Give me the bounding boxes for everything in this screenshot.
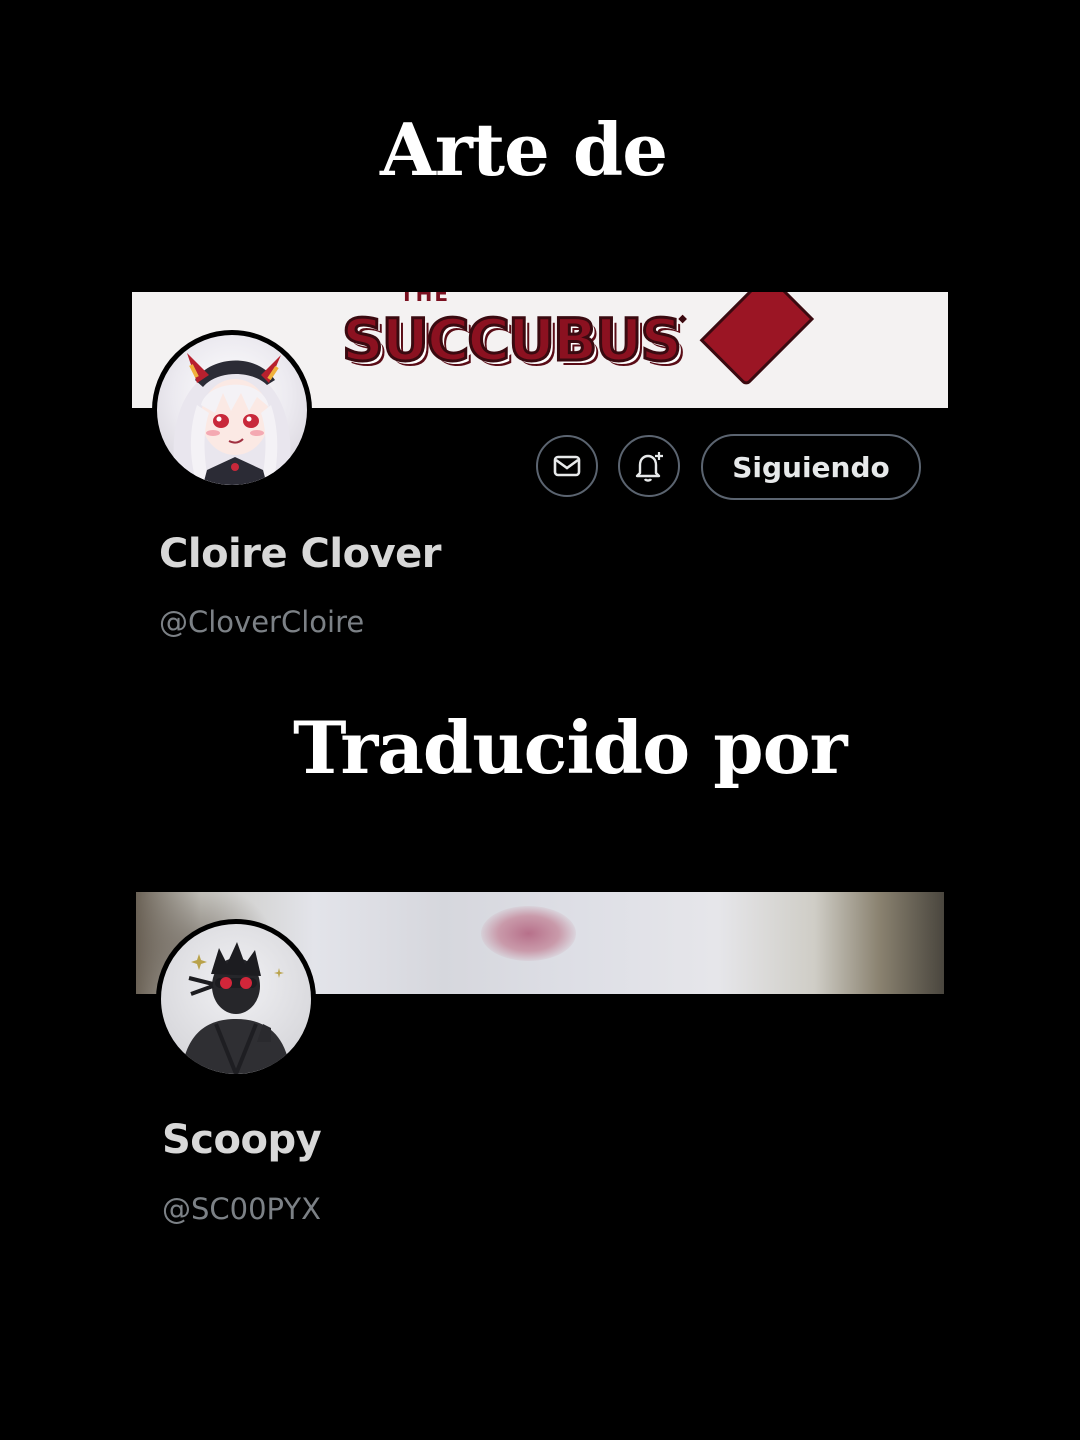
- ninja-avatar-image: [181, 942, 291, 1074]
- notify-button[interactable]: [618, 435, 680, 497]
- following-button[interactable]: Siguiendo: [701, 434, 921, 500]
- message-button[interactable]: [536, 435, 598, 497]
- artist-display-name[interactable]: Cloire Clover: [159, 531, 442, 577]
- bell-plus-icon: [635, 452, 663, 482]
- artist-handle[interactable]: @CloverCloire: [159, 605, 364, 639]
- art-by-heading: Arte de: [380, 107, 668, 192]
- translated-by-heading: Traducido por: [293, 705, 848, 790]
- heart-graphic: [678, 292, 805, 383]
- translator-display-name[interactable]: Scoopy: [162, 1117, 322, 1163]
- cat-nose-graphic: [481, 906, 576, 961]
- translator-handle[interactable]: @SC00PYX: [162, 1192, 321, 1226]
- translator-avatar[interactable]: [156, 919, 316, 1079]
- artist-avatar[interactable]: [152, 330, 312, 490]
- anime-girl-avatar-image: [173, 353, 291, 485]
- envelope-icon: [553, 455, 581, 477]
- banner-logo-text: SUCCUBUS: [340, 305, 683, 376]
- banner-top-text: THE: [400, 292, 451, 306]
